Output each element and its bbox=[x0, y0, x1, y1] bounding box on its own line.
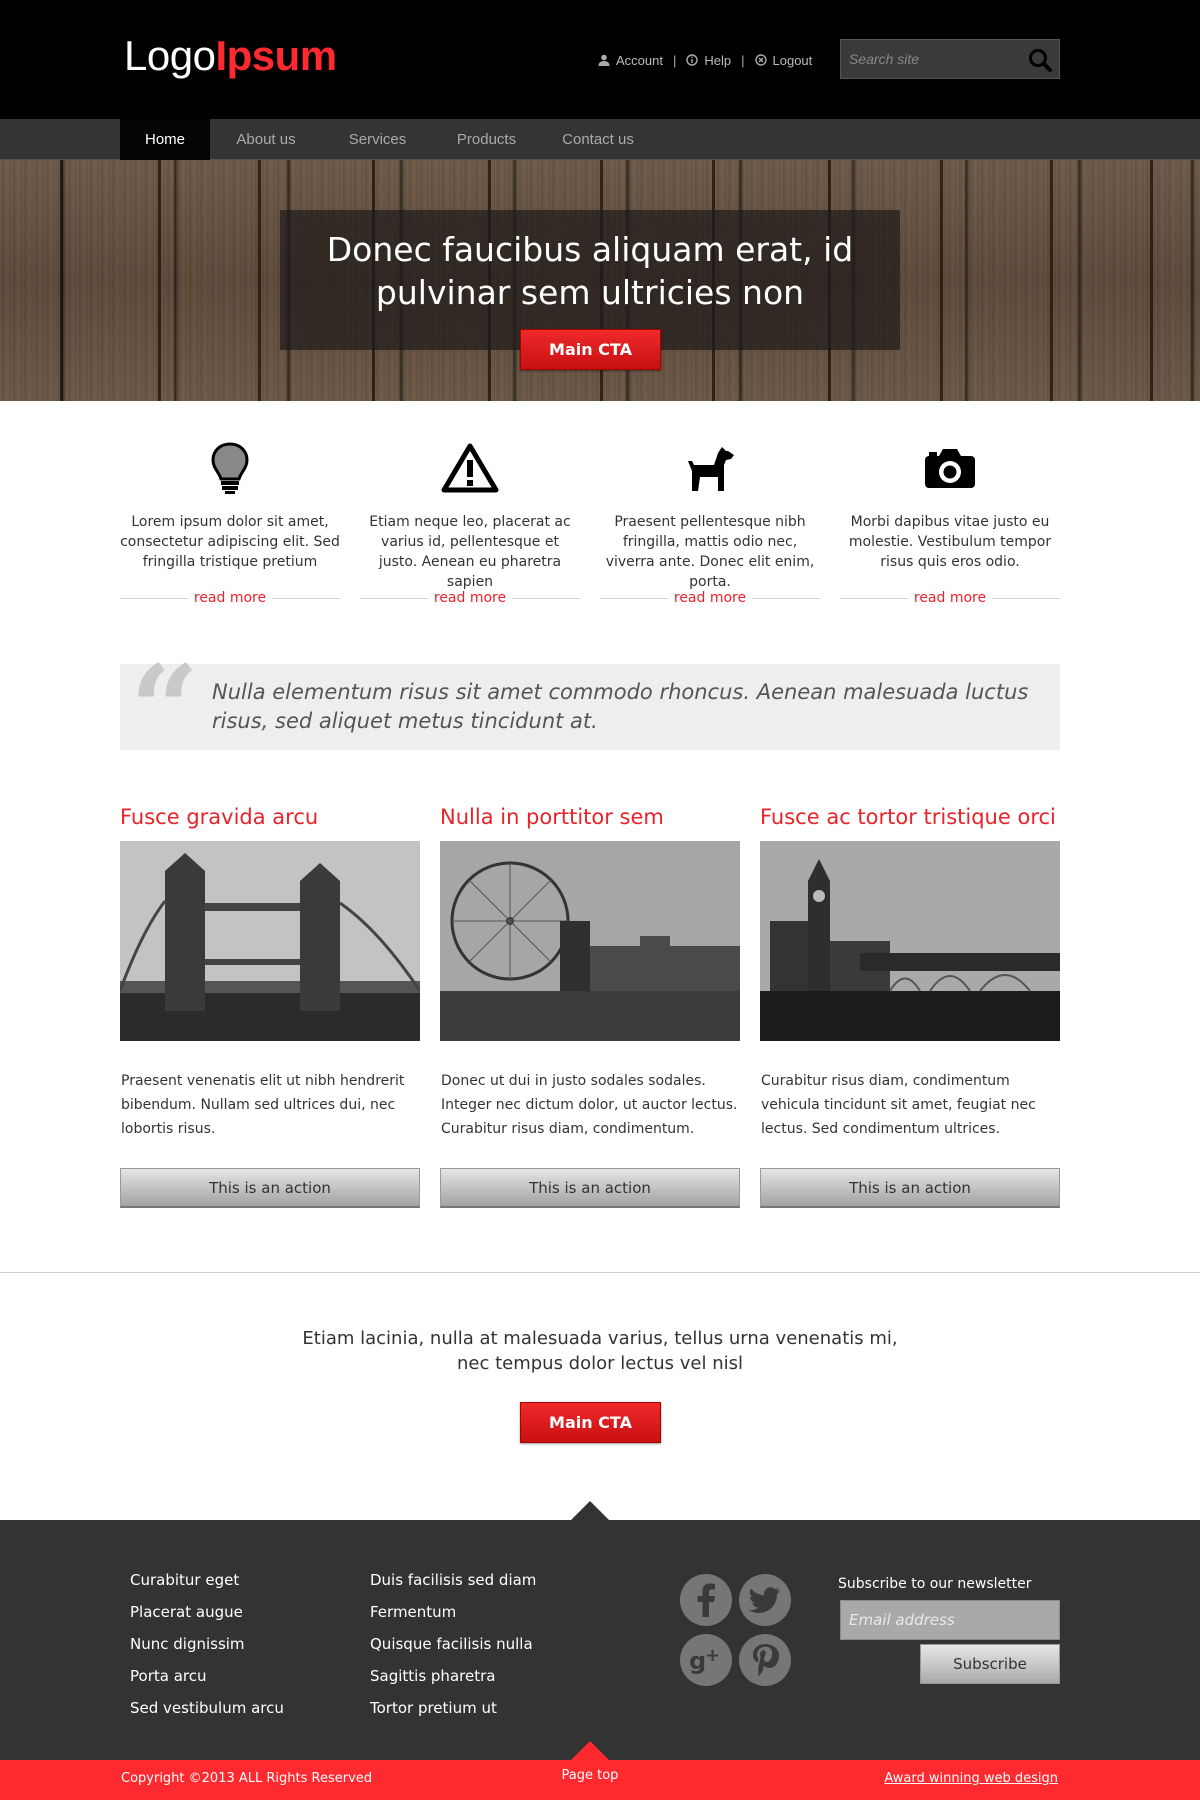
subscribe-button[interactable]: Subscribe bbox=[920, 1644, 1060, 1684]
help-link-label: Help bbox=[704, 52, 732, 68]
user-icon bbox=[598, 54, 610, 66]
account-link-label: Account bbox=[616, 52, 663, 68]
facebook-icon[interactable] bbox=[680, 1574, 732, 1626]
search-input[interactable] bbox=[841, 40, 1021, 78]
footer-link[interactable]: Sed vestibulum arcu bbox=[130, 1692, 284, 1724]
search-button[interactable] bbox=[1027, 47, 1053, 73]
footer-link[interactable]: Tortor pretium ut bbox=[370, 1692, 536, 1724]
help-link[interactable]: Help bbox=[686, 53, 731, 68]
column-title: Nulla in porttitor sem bbox=[440, 805, 664, 829]
big-ben-photo bbox=[760, 841, 1060, 1041]
page-top-notch[interactable] bbox=[571, 1741, 609, 1760]
logo-text-part2: Ipsum bbox=[215, 32, 337, 79]
footer-links-col2: Duis facilisis sed diam Fermentum Quisqu… bbox=[370, 1564, 536, 1724]
hero-banner: Donec faucibus aliquam erat, id pulvinar… bbox=[0, 160, 1200, 401]
footer-link[interactable]: Nunc dignissim bbox=[130, 1628, 284, 1660]
content-column: Fusce ac tortor tristique orci Curabitur… bbox=[760, 805, 1060, 1210]
nav-item-services[interactable]: Services bbox=[322, 119, 433, 160]
twitter-icon[interactable] bbox=[739, 1574, 791, 1626]
top-links: Account | Help | Logout bbox=[598, 50, 812, 70]
feature-text: Morbi dapibus vitae justo eu molestie. V… bbox=[848, 514, 1052, 570]
svg-text:+: + bbox=[705, 1645, 720, 1666]
feature-text: Lorem ipsum dolor sit amet, consectetur … bbox=[120, 514, 340, 570]
action-button[interactable]: This is an action bbox=[120, 1168, 420, 1208]
column-text: Praesent venenatis elit ut nibh hendreri… bbox=[121, 1073, 405, 1137]
nav-item-home[interactable]: Home bbox=[120, 119, 210, 160]
award-link[interactable]: Award winning web design bbox=[855, 1771, 1058, 1786]
page-top-link[interactable]: Page top bbox=[540, 1768, 640, 1783]
camera-icon bbox=[920, 440, 980, 496]
search-box bbox=[840, 39, 1060, 79]
column-title: Fusce gravida arcu bbox=[120, 805, 319, 829]
content-column: Fusce gravida arcu Praesent venenatis el… bbox=[120, 805, 420, 1210]
wood-plank-edge bbox=[940, 160, 943, 401]
copyright-text: Copyright ©2013 ALL Rights Reserved bbox=[121, 1771, 373, 1786]
hero-title: Donec faucibus aliquam erat, id pulvinar… bbox=[326, 230, 854, 312]
logo[interactable]: LogoIpsum bbox=[124, 32, 337, 80]
column-text: Curabitur risus diam, condimentum vehicu… bbox=[761, 1073, 1036, 1137]
footer-link[interactable]: Placerat augue bbox=[130, 1596, 284, 1628]
newsletter-email-input[interactable] bbox=[840, 1600, 1060, 1640]
footer-link[interactable]: Porta arcu bbox=[130, 1660, 284, 1692]
link-separator: | bbox=[672, 52, 677, 68]
london-eye-photo bbox=[440, 841, 740, 1041]
footer-link[interactable]: Quisque facilisis nulla bbox=[370, 1628, 536, 1660]
logo-text-part1: Logo bbox=[124, 32, 216, 79]
pinterest-icon[interactable] bbox=[739, 1634, 791, 1686]
content-column: Nulla in porttitor sem Donec ut dui in j… bbox=[440, 805, 740, 1210]
warning-icon bbox=[440, 440, 500, 496]
read-more-row: read more bbox=[600, 588, 820, 608]
feature-text: Praesent pellentesque nibh fringilla, ma… bbox=[605, 514, 815, 590]
footer-link[interactable]: Duis facilisis sed diam bbox=[370, 1564, 536, 1596]
account-link[interactable]: Account bbox=[598, 53, 663, 68]
cta-section-text: Etiam lacinia, nulla at malesuada varius… bbox=[302, 1328, 898, 1374]
column-text: Donec ut dui in justo sodales sodales. I… bbox=[441, 1073, 738, 1137]
google-plus-icon[interactable]: g + bbox=[680, 1634, 732, 1686]
tower-bridge-photo bbox=[120, 841, 420, 1041]
search-icon bbox=[1029, 49, 1052, 72]
nav-item-products[interactable]: Products bbox=[433, 119, 540, 160]
logout-link[interactable]: Logout bbox=[754, 52, 813, 68]
read-more-link[interactable]: read more bbox=[840, 588, 1060, 608]
svg-text:g: g bbox=[689, 1647, 706, 1675]
feature-text: Etiam neque leo, placerat ac varius id, … bbox=[369, 514, 571, 590]
action-button[interactable]: This is an action bbox=[760, 1168, 1060, 1208]
lightbulb-icon bbox=[200, 440, 260, 496]
footer-notch bbox=[571, 1501, 609, 1520]
wood-plank-edge bbox=[258, 160, 261, 401]
newsletter-label: Subscribe to our newsletter bbox=[838, 1576, 1032, 1592]
read-more-link[interactable]: read more bbox=[360, 588, 580, 608]
read-more-link[interactable]: read more bbox=[600, 588, 820, 608]
logout-link-label: Logout bbox=[772, 52, 813, 68]
wood-plank-edge bbox=[158, 160, 161, 401]
read-more-row: read more bbox=[840, 588, 1060, 608]
wood-plank-edge bbox=[60, 160, 63, 401]
nav-items: Home About us Services Products Contact … bbox=[120, 119, 656, 160]
wood-plank-edge bbox=[1050, 160, 1053, 401]
footer-links-col1: Curabitur eget Placerat augue Nunc digni… bbox=[130, 1564, 284, 1724]
nav-item-about-us[interactable]: About us bbox=[210, 119, 322, 160]
link-separator: | bbox=[741, 52, 745, 68]
main-nav: Home About us Services Products Contact … bbox=[0, 119, 1200, 160]
quote-mark-icon: “ bbox=[130, 639, 200, 780]
column-title: Fusce ac tortor tristique orci bbox=[760, 805, 1056, 829]
footer-link[interactable]: Curabitur eget bbox=[130, 1564, 284, 1596]
read-more-row: read more bbox=[360, 588, 580, 608]
section-divider bbox=[0, 1272, 1200, 1273]
site-header: LogoIpsum Account | Help | Logout bbox=[0, 0, 1200, 119]
close-circle-icon bbox=[754, 54, 767, 66]
footer-link[interactable]: Sagittis pharetra bbox=[370, 1660, 536, 1692]
wood-plank-edge bbox=[1150, 160, 1153, 401]
action-button[interactable]: This is an action bbox=[440, 1168, 740, 1208]
read-more-link[interactable]: read more bbox=[120, 588, 340, 608]
testimonial-quote: “ Nulla elementum risus sit amet commodo… bbox=[120, 650, 1060, 770]
read-more-row: read more bbox=[120, 588, 340, 608]
hero-cta-button[interactable]: Main CTA bbox=[520, 329, 661, 370]
nav-item-contact-us[interactable]: Contact us bbox=[540, 119, 656, 160]
info-icon bbox=[686, 54, 699, 66]
dog-icon bbox=[680, 440, 740, 496]
cta-section-button[interactable]: Main CTA bbox=[520, 1402, 661, 1443]
footer-link[interactable]: Fermentum bbox=[370, 1596, 536, 1628]
quote-text: Nulla elementum risus sit amet commodo r… bbox=[212, 680, 1029, 733]
